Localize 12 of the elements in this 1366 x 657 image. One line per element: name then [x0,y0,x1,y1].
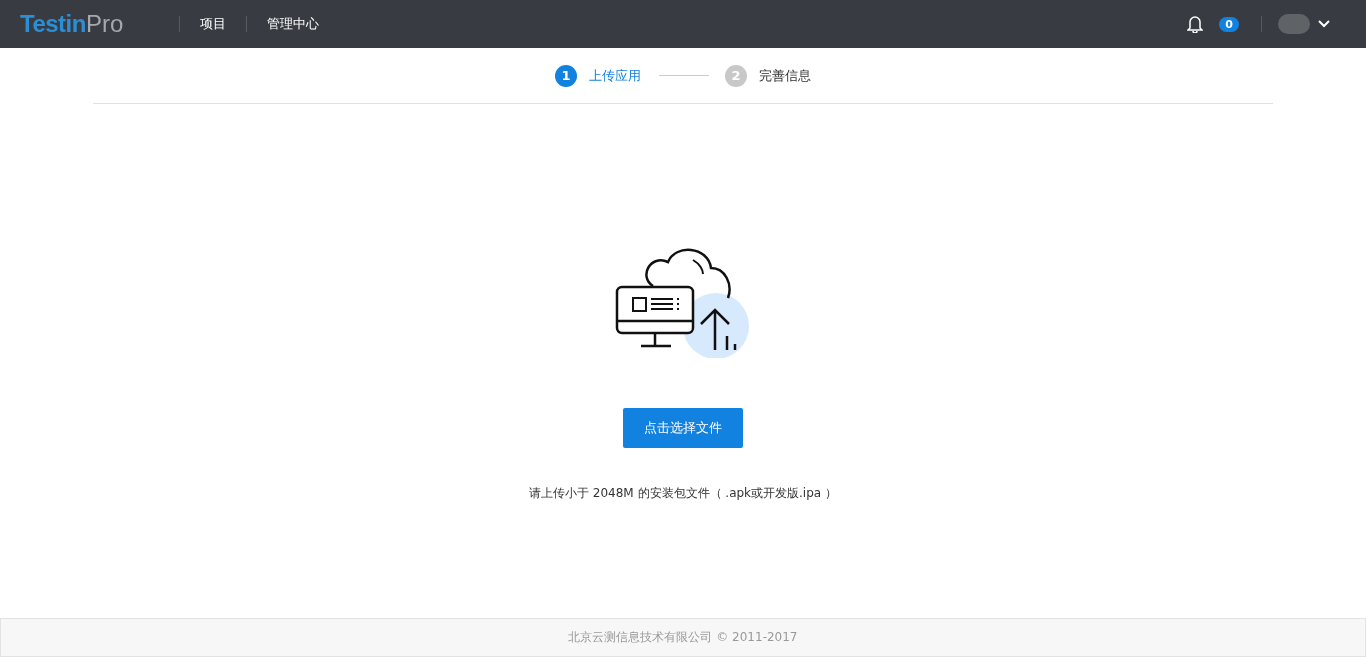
choose-file-button[interactable]: 点击选择文件 [623,408,743,448]
step-number: 1 [555,64,577,87]
step-label: 上传应用 [589,66,641,85]
notification-count: 0 [1219,16,1239,32]
footer-copyright: 北京云测信息技术有限公司 © 2011-2017 [0,618,1366,657]
nav-link[interactable]: 项目 [200,15,227,33]
chevron-down-icon[interactable] [1318,20,1330,28]
nav-link[interactable]: 管理中心 [267,15,320,33]
testinpro-logo[interactable]: TestinPro [20,10,124,38]
upload-hint: 请上传小于 2048M 的安装包文件（ .apk或开发版.ipa ） [529,485,837,502]
step-label: 完善信息 [759,66,811,85]
bell-icon[interactable] [1187,15,1204,33]
